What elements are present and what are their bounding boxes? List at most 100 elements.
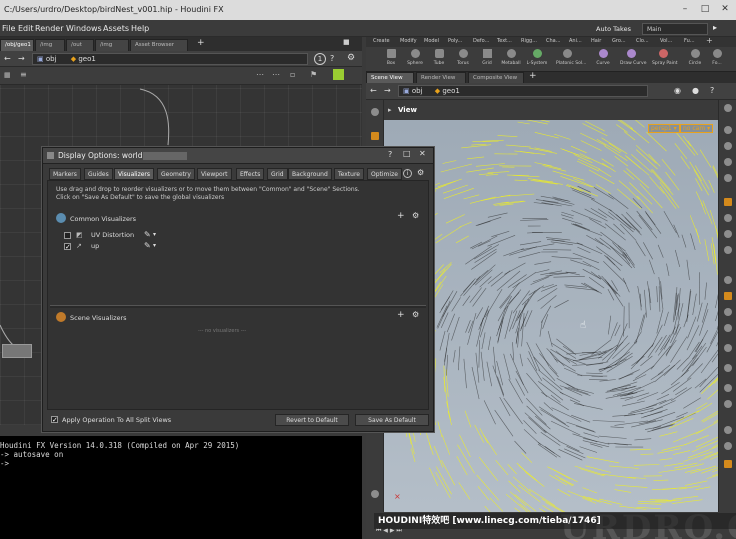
shelf-tab[interactable]: Modify bbox=[400, 38, 417, 44]
uv-distortion-checkbox[interactable] bbox=[64, 232, 71, 239]
tab-render-view[interactable]: Render View bbox=[416, 72, 466, 83]
flag-icon[interactable]: ⚑ bbox=[310, 70, 317, 79]
ortho-icon[interactable] bbox=[724, 442, 732, 450]
forward-icon[interactable]: → bbox=[384, 86, 391, 95]
forward-icon[interactable]: → bbox=[18, 54, 25, 63]
tab-out[interactable]: /out bbox=[66, 39, 94, 51]
revert-to-default-button[interactable]: Revert to Default bbox=[275, 414, 349, 426]
light-icon[interactable] bbox=[724, 198, 732, 206]
camera-icon[interactable] bbox=[724, 308, 732, 316]
display-options-icon[interactable] bbox=[724, 104, 732, 112]
gear-icon[interactable]: ⚙ bbox=[347, 53, 355, 63]
menu-edit[interactable]: Edit bbox=[18, 24, 34, 33]
tool-torus[interactable]: Torus bbox=[452, 49, 474, 66]
dialog-help-button[interactable]: ? bbox=[388, 150, 392, 159]
tab-img[interactable]: /img bbox=[35, 39, 65, 51]
link-icon[interactable]: ◉ bbox=[674, 86, 681, 95]
shelf-tab[interactable]: Defo... bbox=[473, 38, 489, 44]
layout-icon[interactable]: ⋯ bbox=[256, 70, 264, 79]
section-divider[interactable] bbox=[50, 305, 426, 308]
grid-icon[interactable]: ▦ bbox=[4, 71, 11, 79]
shelf-tab[interactable]: Model bbox=[424, 38, 439, 44]
dialog-close-icon[interactable]: ✕ bbox=[419, 149, 426, 158]
tool-draw-curve[interactable]: Draw Curve bbox=[620, 49, 646, 66]
path-geo[interactable]: geo1 bbox=[78, 55, 96, 63]
tab-visualizers[interactable]: Visualizers bbox=[114, 168, 155, 180]
common-gear-icon[interactable]: ⚙ bbox=[412, 211, 419, 220]
tool-tube[interactable]: Tube bbox=[428, 49, 450, 66]
add-tab-icon[interactable]: + bbox=[529, 71, 537, 81]
maximize-button[interactable]: □ bbox=[696, 3, 714, 16]
tool-grid[interactable]: Grid bbox=[476, 49, 498, 66]
tab-img-2[interactable]: /img bbox=[95, 39, 129, 51]
snap-icon[interactable] bbox=[724, 276, 732, 284]
shelf-tab[interactable]: Hair bbox=[591, 38, 601, 44]
visualizer-icon[interactable] bbox=[724, 292, 732, 300]
particle-icon[interactable] bbox=[724, 400, 732, 408]
desktop-select[interactable]: Main bbox=[642, 23, 708, 35]
edit-pencil-icon[interactable]: ✎ bbox=[144, 241, 151, 250]
shelf-tab[interactable]: Poly... bbox=[448, 38, 462, 44]
tab-optimize[interactable]: Optimize bbox=[367, 168, 402, 180]
lock-icon[interactable] bbox=[724, 126, 732, 134]
path-geo[interactable]: geo1 bbox=[442, 87, 460, 95]
tool-spray-paint[interactable]: Spray Paint bbox=[652, 49, 678, 66]
geo-node-color-icon[interactable] bbox=[333, 69, 344, 80]
select-tool-icon[interactable] bbox=[371, 132, 379, 140]
flipbook-icon[interactable] bbox=[724, 324, 732, 332]
tab-texture[interactable]: Texture bbox=[334, 168, 364, 180]
shade-icon[interactable] bbox=[724, 158, 732, 166]
tab-geometry[interactable]: Geometry bbox=[157, 168, 195, 180]
info-icon[interactable]: i bbox=[403, 169, 412, 178]
menu-windows[interactable]: Windows bbox=[66, 24, 102, 33]
menu-help[interactable]: Help bbox=[131, 24, 149, 33]
tool-lsystem[interactable]: L-System bbox=[526, 49, 548, 66]
save-as-default-button[interactable]: Save As Default bbox=[355, 414, 429, 426]
no-cam-menu[interactable]: no cam ▾ bbox=[680, 124, 714, 133]
scene-gear-icon[interactable]: ⚙ bbox=[412, 310, 419, 319]
home-icon[interactable] bbox=[724, 460, 732, 468]
shelf-tab[interactable]: Fu... bbox=[684, 38, 695, 44]
back-icon[interactable]: ← bbox=[370, 86, 377, 95]
pin-icon[interactable]: ● bbox=[692, 86, 699, 95]
snap-icon[interactable]: ⋯ bbox=[272, 70, 280, 79]
pane-menu-icon[interactable]: ■ bbox=[343, 38, 350, 46]
dialog-titlebar[interactable]: Display Options: world ? □ ✕ bbox=[43, 148, 433, 164]
guide-icon[interactable] bbox=[724, 364, 732, 372]
shelf-tab[interactable]: Clo... bbox=[636, 38, 649, 44]
points-icon[interactable] bbox=[724, 230, 732, 238]
normals-icon[interactable] bbox=[724, 246, 732, 254]
shelf-tab[interactable]: Gro... bbox=[612, 38, 626, 44]
tab-guides[interactable]: Guides bbox=[84, 168, 113, 180]
view-tool-icon[interactable] bbox=[371, 108, 379, 116]
tool-platonic[interactable]: Platonic Sol... bbox=[556, 49, 586, 66]
xray-icon[interactable] bbox=[724, 426, 732, 434]
help-icon[interactable]: ? bbox=[330, 54, 334, 63]
network-node[interactable] bbox=[2, 344, 32, 358]
render-icon[interactable] bbox=[724, 344, 732, 352]
menu-assets[interactable]: Assets bbox=[103, 24, 129, 33]
tab-scene-view[interactable]: Scene View bbox=[366, 72, 414, 83]
tab-background[interactable]: Background bbox=[288, 168, 332, 180]
tool-metaball[interactable]: Metaball bbox=[500, 49, 522, 66]
menu-render[interactable]: Render bbox=[35, 24, 63, 33]
dialog-minimize-icon[interactable]: □ bbox=[403, 149, 411, 158]
shelf-tab[interactable]: Ani... bbox=[569, 38, 582, 44]
texture-icon[interactable] bbox=[724, 384, 732, 392]
close-button[interactable]: ✕ bbox=[716, 3, 734, 16]
tab-markers[interactable]: Markers bbox=[49, 168, 81, 180]
add-tab-icon[interactable]: + bbox=[197, 38, 205, 48]
dropdown-arrow-icon[interactable]: ▾ bbox=[153, 242, 156, 249]
edit-pencil-icon[interactable]: ✎ bbox=[144, 230, 151, 239]
handle-tool-icon[interactable] bbox=[371, 490, 379, 498]
path-obj[interactable]: obj bbox=[46, 55, 57, 63]
tab-grid[interactable]: Grid bbox=[267, 168, 288, 180]
tool-circle[interactable]: Circle bbox=[684, 49, 706, 66]
dropdown-arrow-icon[interactable]: ▾ bbox=[153, 231, 156, 238]
desktop-arrows-icon[interactable]: ▸ bbox=[713, 23, 717, 32]
bg-icon[interactable] bbox=[724, 174, 732, 182]
add-shelf-icon[interactable]: + bbox=[706, 36, 713, 45]
path-obj[interactable]: obj bbox=[412, 87, 423, 95]
shelf-tab[interactable]: Create bbox=[373, 38, 390, 44]
shelf-tab[interactable]: Cha... bbox=[546, 38, 561, 44]
